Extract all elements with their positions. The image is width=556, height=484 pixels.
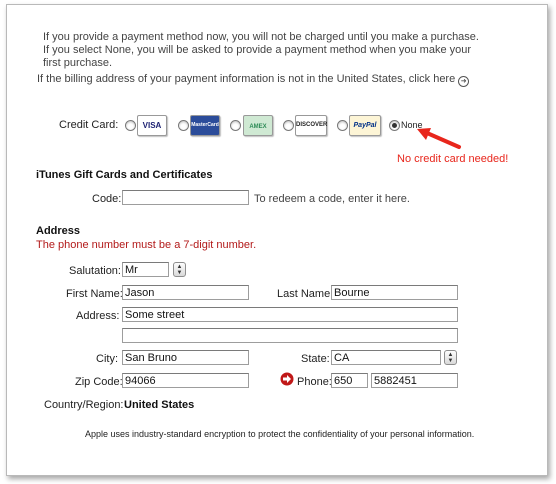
salutation-label: Salutation: [69, 265, 121, 277]
address-line2-input[interactable] [122, 328, 458, 343]
paypal-icon: PayPal [349, 115, 381, 136]
radio-none[interactable] [389, 120, 400, 131]
error-arrow-icon [280, 372, 294, 386]
radio-discover[interactable] [283, 120, 294, 131]
zip-label: Zip Code: [75, 376, 123, 388]
state-select[interactable]: CA [331, 350, 441, 365]
first-name-input[interactable]: Jason [122, 285, 249, 300]
annotation-arrow-icon [417, 128, 461, 149]
phone-area-input[interactable]: 650 [331, 373, 368, 388]
country-label: Country/Region: [44, 399, 124, 411]
code-input[interactable] [122, 190, 249, 205]
salutation-stepper-icon[interactable]: ▲ ▼ [173, 262, 186, 277]
phone-number-input[interactable]: 5882451 [371, 373, 458, 388]
address-heading: Address [36, 225, 81, 237]
visa-icon: VISA [137, 115, 167, 136]
address-label: Address: [76, 310, 120, 322]
radio-visa[interactable] [125, 120, 136, 131]
code-label: Code: [92, 193, 122, 205]
country-value: United States [124, 399, 195, 411]
annotation-text: No credit card needed! [397, 153, 509, 165]
radio-paypal[interactable] [337, 120, 348, 131]
credit-card-label: Credit Card: [59, 119, 119, 131]
amex-icon: AMEX [243, 115, 273, 136]
last-name-input[interactable]: Bourne [331, 285, 458, 300]
code-hint: To redeem a code, enter it here. [254, 193, 410, 205]
giftcards-heading: iTunes Gift Cards and Certificates [36, 169, 213, 181]
arrow-circle-icon: ➜ [458, 76, 470, 87]
radio-amex[interactable] [230, 120, 241, 131]
intro-text: If you provide a payment method now, you… [43, 31, 479, 69]
city-label: City: [96, 353, 118, 365]
address-line1-input[interactable]: Some street [122, 307, 458, 322]
phone-label: Phone: [297, 376, 332, 388]
form-panel: If you provide a payment method now, you… [6, 4, 548, 476]
first-name-label: First Name: [66, 288, 123, 300]
last-name-label: Last Name: [277, 288, 334, 300]
mastercard-icon: MasterCard [190, 115, 220, 136]
salutation-select[interactable]: Mr [122, 262, 169, 277]
billing-link-text: If the billing address of your payment i… [37, 73, 456, 85]
billing-link[interactable]: If the billing address of your payment i… [37, 73, 470, 87]
phone-error-message: The phone number must be a 7-digit numbe… [36, 239, 257, 251]
discover-icon: DISCOVER [295, 115, 327, 136]
city-input[interactable]: San Bruno [122, 350, 249, 365]
state-label: State: [301, 353, 330, 365]
security-note: Apple uses industry-standard encryption … [85, 429, 475, 439]
radio-mastercard[interactable] [178, 120, 189, 131]
state-stepper-icon[interactable]: ▲ ▼ [444, 350, 457, 365]
zip-input[interactable]: 94066 [122, 373, 249, 388]
